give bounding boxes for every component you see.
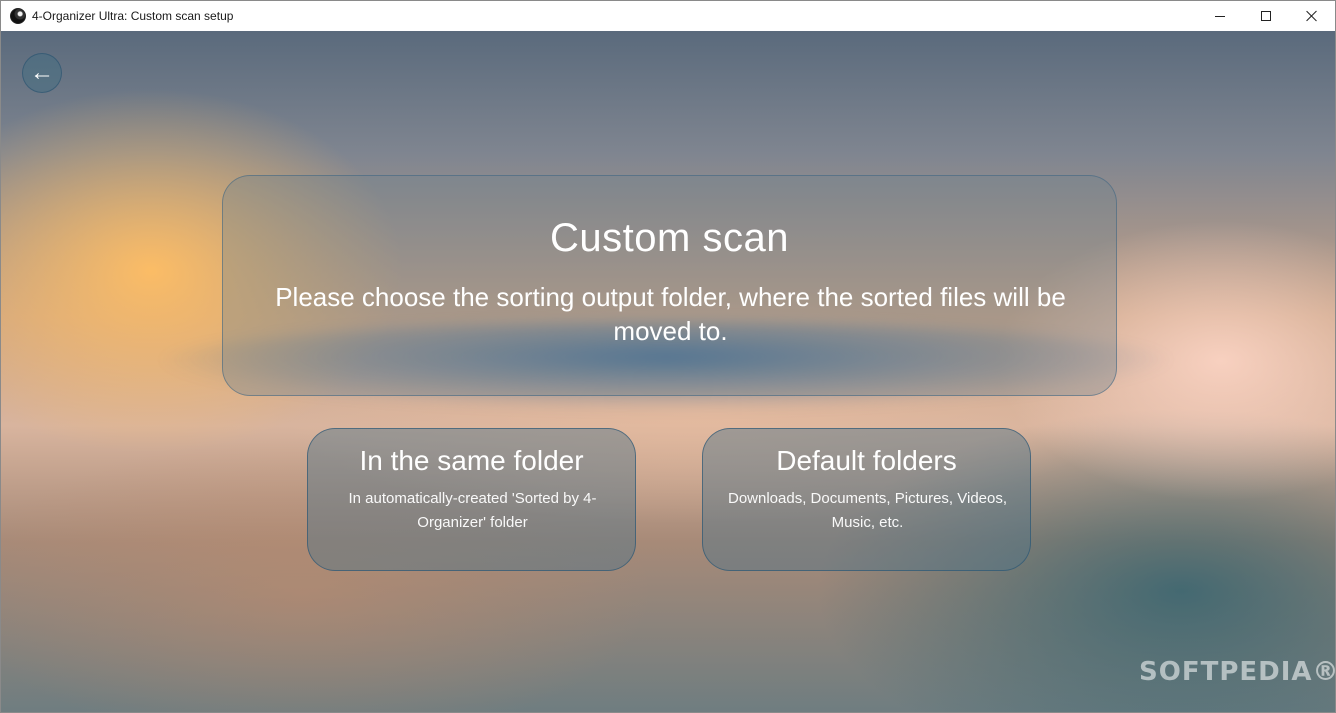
header-panel: Custom scan Please choose the sorting ou… — [222, 175, 1117, 396]
back-button[interactable]: ← — [22, 53, 62, 93]
maximize-button[interactable] — [1243, 1, 1289, 31]
minimize-button[interactable] — [1197, 1, 1243, 31]
page-title: Custom scan — [550, 216, 789, 260]
option-description: In automatically-created 'Sorted by 4-Or… — [348, 490, 597, 531]
close-button[interactable] — [1289, 1, 1335, 31]
title-bar[interactable]: 4-Organizer Ultra: Custom scan setup — [1, 1, 1335, 31]
page-description: Please choose the sorting output folder,… — [275, 282, 1066, 346]
close-icon — [1306, 10, 1318, 22]
minimize-icon — [1215, 15, 1225, 17]
softpedia-watermark: SOFTPEDIA® — [1139, 657, 1335, 687]
default-folders-option-button[interactable]: Default folders Downloads, Documents, Pi… — [702, 428, 1031, 571]
client-area: ← Custom scan Please choose the sorting … — [1, 31, 1335, 712]
option-title: In the same folder — [359, 445, 584, 476]
app-window: 4-Organizer Ultra: Custom scan setup ← C… — [0, 0, 1336, 713]
option-description: Downloads, Documents, Pictures, Videos, … — [727, 490, 1008, 531]
app-logo-icon — [10, 8, 26, 24]
maximize-icon — [1261, 11, 1271, 21]
window-title: 4-Organizer Ultra: Custom scan setup — [32, 9, 234, 23]
back-arrow-icon: ← — [30, 59, 54, 86]
option-title: Default folders — [776, 445, 957, 476]
same-folder-option-button[interactable]: In the same folder In automatically-crea… — [307, 428, 636, 571]
